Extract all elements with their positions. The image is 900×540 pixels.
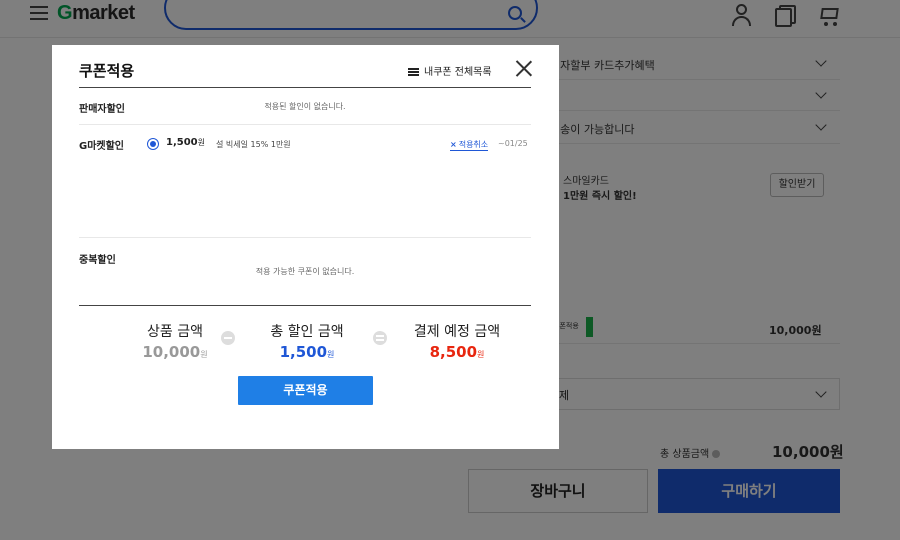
my-coupon-list-label: 내쿠폰 전체목록	[424, 67, 492, 78]
modal-title: 쿠폰적용	[79, 62, 135, 80]
divider	[79, 305, 531, 306]
total-discount-number: 1,500	[279, 343, 328, 361]
divider	[79, 87, 531, 88]
payment-amount-number: 8,500	[429, 343, 478, 361]
total-discount-value: 1,500원	[242, 343, 372, 361]
product-amount-value: 10,000원	[110, 343, 240, 361]
won-unit: 원	[477, 350, 485, 359]
coupon-name: 설 빅세일 15% 1만원	[216, 140, 291, 149]
divider	[79, 124, 531, 125]
won-unit: 원	[200, 350, 208, 359]
close-icon: ×	[450, 140, 457, 149]
cancel-coupon-link[interactable]: × 적용취소	[450, 139, 489, 151]
cancel-coupon-label: 적용취소	[458, 140, 489, 149]
won-unit: 원	[327, 350, 335, 359]
coupon-amount-value: 1,500	[166, 137, 198, 148]
equals-icon	[373, 331, 387, 345]
product-amount-number: 10,000	[142, 343, 201, 361]
payment-amount-value: 8,500원	[392, 343, 522, 361]
list-icon	[408, 68, 419, 76]
coupon-expiry: ~01/25	[498, 139, 528, 148]
total-discount-label: 총 할인 금액	[270, 324, 344, 340]
divider	[79, 237, 531, 238]
payment-amount: 결제 예정 금액 8,500원	[392, 321, 522, 361]
close-icon[interactable]	[515, 60, 533, 78]
gmarket-discount-label: G마켓할인	[79, 141, 125, 152]
duplicate-discount-label: 중복할인	[79, 255, 116, 266]
seller-discount-empty: 적용된 할인이 없습니다.	[264, 102, 346, 111]
coupon-radio[interactable]	[147, 138, 159, 150]
coupon-amount: 1,500원	[166, 137, 205, 148]
payment-amount-label: 결제 예정 금액	[413, 324, 501, 340]
product-amount: 상품 금액 10,000원	[110, 321, 240, 361]
minus-icon	[221, 331, 235, 345]
apply-coupon-button[interactable]: 쿠폰적용	[238, 376, 373, 405]
coupon-amount-unit: 원	[197, 138, 206, 147]
my-coupon-list-link[interactable]: 내쿠폰 전체목록	[408, 63, 492, 78]
duplicate-discount-empty: 적용 가능한 쿠폰이 없습니다.	[255, 267, 355, 276]
total-discount: 총 할인 금액 1,500원	[242, 321, 372, 361]
coupon-modal: 쿠폰적용 내쿠폰 전체목록 판매자할인 적용된 할인이 없습니다. G마켓할인 …	[52, 45, 559, 449]
